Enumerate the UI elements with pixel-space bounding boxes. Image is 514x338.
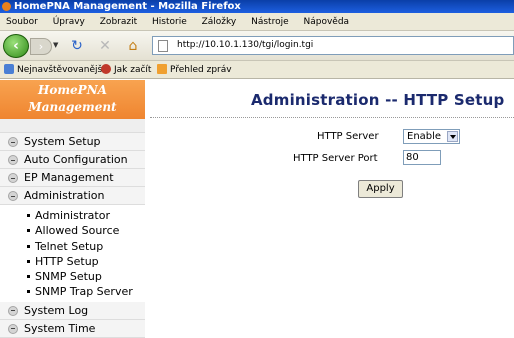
collapse-icon <box>8 191 18 201</box>
collapse-icon <box>8 173 18 183</box>
bookmark-label: Nejnavštěvovanější <box>17 65 105 75</box>
back-button[interactable]: ‹ <box>3 34 29 58</box>
collapse-icon <box>8 137 18 147</box>
sidebar-item-ep-management[interactable]: EP Management <box>0 169 145 187</box>
subitem-snmp-setup[interactable]: SNMP Setup <box>0 269 145 284</box>
sidebar-item-system-log[interactable]: System Log <box>0 301 145 320</box>
logo-line-2: Management <box>28 100 117 114</box>
collapse-icon <box>8 323 18 334</box>
subitem-label: Allowed Source <box>35 224 120 238</box>
menu-help[interactable]: Nápověda <box>304 17 350 27</box>
logo-line-1: HomePNA <box>38 83 107 97</box>
sidebar-item-label: Auto Configuration <box>24 153 128 166</box>
history-dropdown-icon[interactable]: ▼ <box>53 41 58 49</box>
window-titlebar: HomePNA Management - Mozilla Firefox <box>0 0 514 13</box>
subitem-label: HTTP Setup <box>35 254 99 268</box>
menu-file[interactable]: Soubor <box>6 17 38 27</box>
http-server-label: HTTP Server <box>317 131 379 142</box>
bookmark-folder-icon <box>4 64 14 74</box>
forward-button[interactable]: › <box>30 38 52 55</box>
rss-icon <box>157 64 167 74</box>
menu-history[interactable]: Historie <box>152 17 187 27</box>
menu-bookmarks[interactable]: Záložky <box>202 17 237 27</box>
bullet-icon <box>27 275 30 279</box>
bookmark-label: Přehled zpráv <box>170 65 232 75</box>
menubar: Soubor Úpravy Zobrazit Historie Záložky … <box>0 13 514 31</box>
apply-button[interactable]: Apply <box>358 180 403 198</box>
forward-arrow-icon: › <box>38 40 44 53</box>
http-server-select[interactable]: Enable <box>403 129 460 144</box>
stop-icon[interactable]: ✕ <box>96 38 114 54</box>
reload-icon[interactable]: ↻ <box>68 38 86 54</box>
subitem-label: SNMP Trap Server <box>35 285 133 299</box>
bullet-icon <box>27 229 30 233</box>
subitem-label: Telnet Setup <box>35 239 104 253</box>
home-icon[interactable]: ⌂ <box>124 38 142 54</box>
sidebar-item-administration[interactable]: Administration <box>0 187 145 205</box>
bookmark-most-visited[interactable]: Nejnavštěvovanější <box>4 61 105 79</box>
subitem-http-setup[interactable]: HTTP Setup <box>0 254 145 269</box>
http-server-port-input[interactable]: 80 <box>403 150 441 165</box>
app-logo: HomePNA Management <box>0 80 145 119</box>
menu-view[interactable]: Zobrazit <box>100 17 137 27</box>
http-server-port-label: HTTP Server Port <box>293 153 378 164</box>
subitem-label: SNMP Setup <box>35 270 102 284</box>
window-title: HomePNA Management - Mozilla Firefox <box>14 1 241 12</box>
firefox-icon <box>2 2 11 11</box>
collapse-icon <box>8 155 18 165</box>
page-icon <box>158 40 168 52</box>
http-server-value: Enable <box>407 131 442 142</box>
sidebar-item-label: Administration <box>24 189 105 202</box>
dropdown-arrow-icon[interactable] <box>447 131 458 142</box>
bullet-icon <box>27 214 30 217</box>
sidebar-item-auto-configuration[interactable]: Auto Configuration <box>0 151 145 169</box>
navigation-toolbar: ‹ › ▼ ↻ ✕ ⌂ http://10.10.1.130/tgi/login… <box>0 31 514 61</box>
title-divider <box>150 117 514 118</box>
subitem-administrator[interactable]: Administrator <box>0 208 145 223</box>
sidebar-item-label: EP Management <box>24 171 114 184</box>
sidebar-item-system-setup[interactable]: System Setup <box>0 133 145 151</box>
sidebar-item-system-time[interactable]: System Time <box>0 319 145 338</box>
sidebar-item-label: System Log <box>24 303 89 317</box>
bullet-icon <box>27 259 30 263</box>
subitem-label: Administrator <box>35 209 110 222</box>
bookmark-news[interactable]: Přehled zpráv <box>157 61 232 79</box>
menu-edit[interactable]: Úpravy <box>53 17 85 27</box>
menu-tools[interactable]: Nástroje <box>251 17 289 27</box>
sidebar-item-label: System Time <box>24 321 96 335</box>
bullet-icon <box>27 244 30 248</box>
sidebar: System Setup Auto Configuration EP Manag… <box>0 119 145 338</box>
back-arrow-icon: ‹ <box>13 38 19 54</box>
subitem-telnet-setup[interactable]: Telnet Setup <box>0 239 145 254</box>
subitem-snmp-trap-server[interactable]: SNMP Trap Server <box>0 284 145 299</box>
collapse-icon <box>8 305 18 316</box>
page-content: HomePNA Management System Setup Auto Con… <box>0 80 514 338</box>
bullet-icon <box>27 290 30 294</box>
firefox-bookmark-icon <box>101 64 111 74</box>
url-bar[interactable]: http://10.10.1.130/tgi/login.tgi <box>152 36 514 55</box>
page-title: Administration -- HTTP Setup <box>251 91 505 109</box>
bookmark-getting-started[interactable]: Jak začít <box>101 61 151 79</box>
sidebar-item-label: System Setup <box>24 135 101 148</box>
bookmark-label: Jak začít <box>114 65 152 75</box>
url-text: http://10.10.1.130/tgi/login.tgi <box>177 40 314 50</box>
sidebar-spacer <box>0 119 145 133</box>
subitem-allowed-source[interactable]: Allowed Source <box>0 223 145 238</box>
administration-submenu: Administrator Allowed Source Telnet Setu… <box>0 205 145 302</box>
bookmarks-toolbar: Nejnavštěvovanější Jak začít Přehled zpr… <box>0 61 514 79</box>
